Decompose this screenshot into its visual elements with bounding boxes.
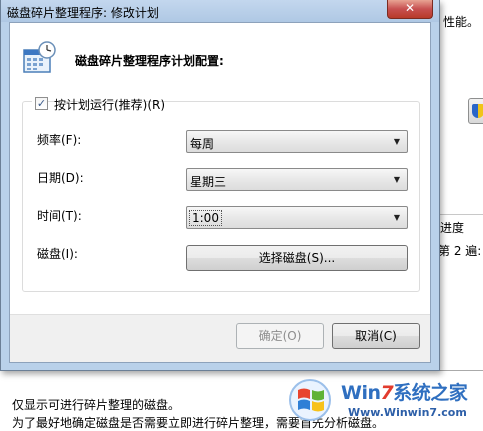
day-select[interactable]: 星期三 ▼ (186, 168, 408, 191)
frequency-label: 频率(F): (37, 133, 82, 147)
day-value: 星期三 (190, 175, 227, 189)
watermark-brand-seven: 7 (380, 382, 394, 404)
dialog-title: 磁盘碎片整理程序: 修改计划 (7, 6, 159, 20)
run-on-schedule-checkbox-row[interactable]: ✓ 按计划运行(推荐)(R) (32, 95, 165, 113)
disk-label: 磁盘(I): (37, 247, 78, 261)
frequency-value: 每周 (190, 137, 215, 151)
watermark-url: Www.Winwin7.com (348, 406, 467, 419)
watermark-brand: Win7系统之家 (341, 378, 468, 405)
background-table-divider (434, 214, 483, 215)
cancel-button[interactable]: 取消(C) (332, 323, 420, 349)
uac-shield-icon (472, 104, 483, 118)
watermark-brand-win: Win (341, 382, 381, 404)
windows-flag-icon (289, 379, 331, 421)
run-on-schedule-checkbox[interactable]: ✓ (35, 97, 48, 110)
win7-watermark-logo: Win7系统之家 Www.Winwin7.com (286, 376, 483, 425)
chevron-down-icon: ▼ (393, 175, 400, 184)
day-label: 日期(D): (37, 171, 84, 185)
disk-note-line1: 仅显示可进行碎片整理的磁盘。 (12, 398, 181, 412)
frequency-select[interactable]: 每周 ▼ (186, 130, 408, 153)
modify-schedule-dialog: 磁盘碎片整理程序: 修改计划 ✕ 磁盘碎片整理程序计划配置: ✓ 按计划运行(推… (0, 0, 440, 371)
dialog-titlebar[interactable]: 磁盘碎片整理程序: 修改计划 ✕ (1, 0, 439, 22)
dialog-client-area: 磁盘碎片整理程序计划配置: ✓ 按计划运行(推荐)(R) 频率(F): 每周 ▼… (9, 22, 431, 363)
schedule-heading: 磁盘碎片整理程序计划配置: (75, 54, 224, 68)
background-perf-text: 性能。 (443, 15, 480, 29)
time-select[interactable]: 1:00 ▼ (186, 206, 408, 229)
run-on-schedule-label[interactable]: 按计划运行(推荐)(R) (54, 96, 165, 113)
ok-button[interactable]: 确定(O) (236, 323, 324, 349)
watermark-brand-rest: 系统之家 (393, 382, 468, 404)
chevron-down-icon: ▼ (393, 213, 400, 222)
chevron-down-icon: ▼ (393, 137, 400, 146)
time-value: 1:00 (189, 210, 222, 226)
calendar-clock-icon (23, 41, 56, 73)
close-button[interactable]: ✕ (387, 0, 433, 19)
background-admin-button[interactable] (468, 98, 483, 124)
progress-pass-text: 第 2 遍: (438, 244, 482, 258)
select-disk-button[interactable]: 选择磁盘(S)... (186, 245, 408, 271)
column-header-progress[interactable]: 进度 (440, 219, 464, 236)
time-label: 时间(T): (37, 209, 82, 223)
